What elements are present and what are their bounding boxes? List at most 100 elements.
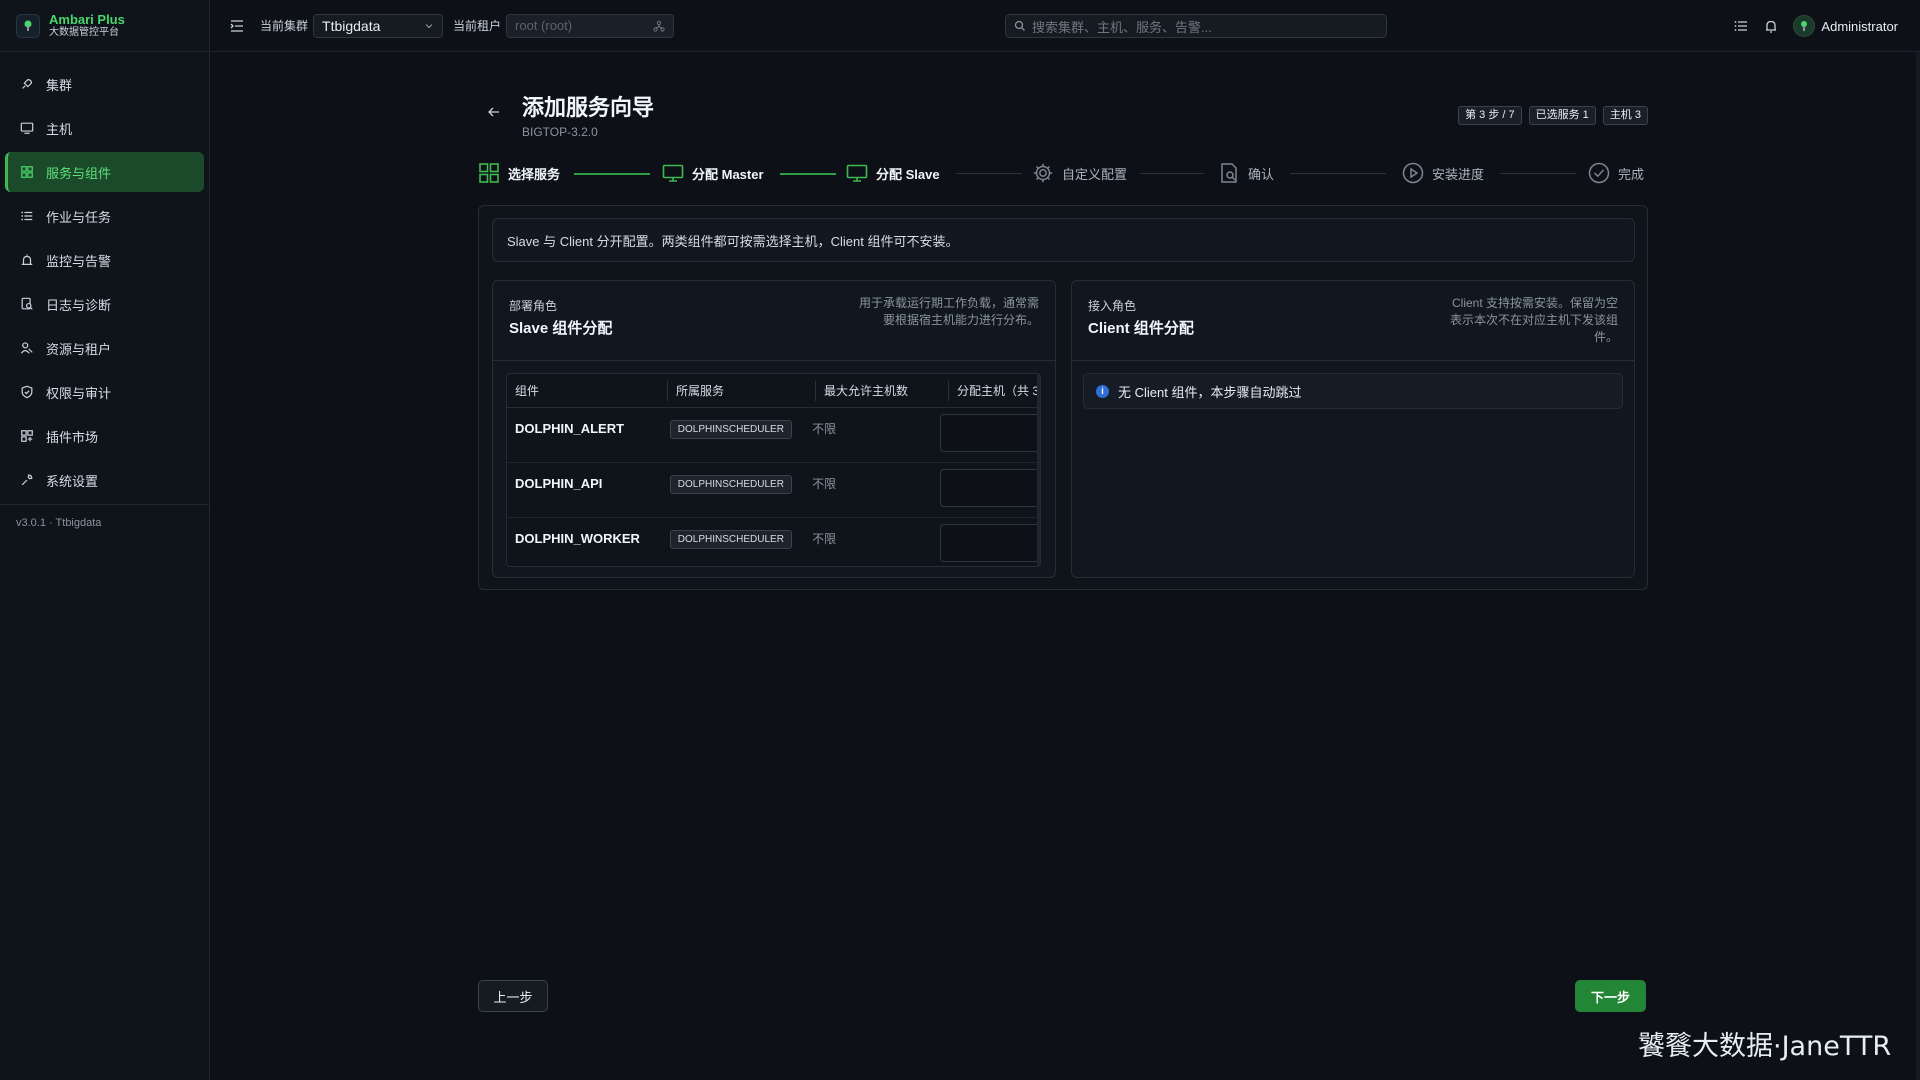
column-header[interactable]: 组件 — [507, 380, 668, 401]
info-banner: Slave 与 Client 分开配置。两类组件都可按需选择主机，Client … — [492, 218, 1635, 262]
menu-toggle-icon[interactable] — [229, 18, 245, 34]
wizard-header: 添加服务向导 BIGTOP-3.2.0 第 3 步 / 7 已选服务 1 主机 … — [478, 52, 1648, 142]
step-connector — [1140, 173, 1204, 174]
slave-card: 部署角色 Slave 组件分配 用于承载运行期工作负载，通常需要根据宿主机能力进… — [492, 280, 1056, 578]
step-connector — [956, 173, 1022, 174]
step-connector — [1290, 173, 1386, 174]
step-install-progress[interactable]: 安装进度 — [1402, 160, 1484, 186]
sidebar-item-monitoring[interactable]: 监控与告警 — [5, 240, 204, 280]
sidebar: Ambari Plus 大数据管控平台 集群 主机 服务与组件 作业与任务 监控… — [0, 0, 210, 1080]
wizard-panel: Slave 与 Client 分开配置。两类组件都可按需选择主机，Client … — [478, 205, 1648, 590]
table-header: 组件 所属服务 最大允许主机数 分配主机（共 3 — [507, 374, 1040, 408]
monitor-icon — [662, 164, 684, 182]
alarm-icon — [21, 254, 33, 265]
step-count-badge: 第 3 步 / 7 — [1458, 106, 1522, 125]
client-empty-notice: i 无 Client 组件，本步骤自动跳过 — [1083, 373, 1623, 409]
sidebar-item-audit[interactable]: 权限与审计 — [5, 372, 204, 412]
sidebar-item-label: 主机 — [46, 121, 73, 137]
max-hosts: 不限 — [812, 422, 837, 436]
host-select[interactable] — [940, 414, 1040, 452]
brand[interactable]: Ambari Plus 大数据管控平台 — [0, 0, 209, 52]
component-name: DOLPHIN_WORKER — [515, 531, 640, 546]
sidebar-item-jobs[interactable]: 作业与任务 — [5, 196, 204, 236]
cluster-select[interactable]: Ttbigdata — [313, 13, 444, 38]
wrench-icon — [21, 474, 33, 486]
slave-card-description: 用于承载运行期工作负载，通常需要根据宿主机能力进行分布。 — [858, 296, 1039, 327]
users-icon — [20, 342, 33, 354]
sidebar-item-cluster[interactable]: 集群 — [5, 64, 204, 104]
step-assign-slave[interactable]: 分配 Slave — [846, 160, 940, 186]
back-arrow-icon[interactable] — [486, 104, 502, 120]
step-connector — [1500, 173, 1576, 174]
page-subtitle: BIGTOP-3.2.0 — [522, 125, 598, 139]
rocket-icon — [22, 79, 32, 89]
info-icon: i — [1096, 384, 1109, 398]
service-badge: DOLPHINSCHEDULER — [669, 530, 792, 549]
topbar: 当前集群 Ttbigdata 当前租户 root (root) 搜索集群、主机、… — [211, 0, 1920, 52]
wizard-stepper: 选择服务 分配 Master 分配 Slave 自定义配置 确认 安装进度 完成 — [478, 160, 1648, 186]
component-name: DOLPHIN_API — [515, 476, 603, 491]
slave-table: 组件 所属服务 最大允许主机数 分配主机（共 3 DOLPHIN_ALERT D… — [506, 373, 1041, 567]
step-confirm[interactable]: 确认 — [1218, 160, 1274, 186]
page-scrollbar[interactable] — [1916, 52, 1920, 1080]
monitor-icon — [846, 164, 868, 182]
sidebar-item-settings[interactable]: 系统设置 — [5, 460, 204, 500]
step-label: 安装进度 — [1432, 166, 1485, 182]
bell-icon[interactable] — [1763, 18, 1779, 34]
column-header[interactable]: 所属服务 — [668, 380, 816, 401]
sidebar-item-label: 权限与审计 — [46, 385, 112, 401]
sidebar-item-tenants[interactable]: 资源与租户 — [5, 328, 204, 368]
sidebar-item-label: 插件市场 — [46, 429, 99, 445]
step-label: 选择服务 — [508, 166, 561, 182]
step-finish[interactable]: 完成 — [1588, 160, 1644, 186]
client-card-title: Client 组件分配 — [1088, 320, 1194, 337]
sidebar-item-label: 日志与诊断 — [46, 297, 112, 313]
table-horizontal-scroll-edge[interactable] — [1037, 374, 1040, 566]
step-assign-master[interactable]: 分配 Master — [662, 160, 764, 186]
sidebar-item-hosts[interactable]: 主机 — [5, 108, 204, 148]
sidebar-item-label: 作业与任务 — [46, 209, 112, 225]
slave-card-kicker: 部署角色 — [509, 299, 558, 313]
component-name: DOLPHIN_ALERT — [515, 421, 625, 436]
tenant-field[interactable]: root (root) — [506, 13, 675, 38]
client-card: 接入角色 Client 组件分配 Client 支持按需安装。保留为空表示本次不… — [1071, 280, 1635, 578]
client-card-kicker: 接入角色 — [1088, 299, 1137, 313]
sidebar-item-label: 监控与告警 — [46, 253, 112, 269]
watermark: 饕餮大数据·JaneTTR — [1638, 1031, 1892, 1062]
column-header[interactable]: 分配主机（共 3 — [949, 381, 1040, 401]
global-search-input[interactable]: 搜索集群、主机、服务、告警... — [1005, 14, 1387, 38]
task-list-icon[interactable] — [1733, 18, 1749, 34]
wizard-chips: 第 3 步 / 7 已选服务 1 主机 3 — [1458, 106, 1648, 125]
username[interactable]: Administrator — [1821, 19, 1898, 34]
grid-icon — [479, 163, 499, 183]
max-hosts: 不限 — [812, 477, 837, 491]
host-select[interactable] — [940, 469, 1040, 507]
chevron-down-icon — [425, 23, 433, 28]
sidebar-item-logs[interactable]: 日志与诊断 — [5, 284, 204, 324]
step-label: 分配 Slave — [876, 166, 940, 182]
list-icon — [21, 211, 33, 221]
step-select-services[interactable]: 选择服务 — [478, 160, 560, 186]
prev-step-button[interactable]: 上一步 — [478, 980, 548, 1012]
slave-card-title: Slave 组件分配 — [509, 320, 613, 337]
hosts-badge: 主机 3 — [1602, 106, 1648, 125]
avatar[interactable] — [1793, 15, 1816, 37]
play-circle-icon — [1402, 162, 1424, 184]
sidebar-item-plugins[interactable]: 插件市场 — [5, 416, 204, 456]
column-header[interactable]: 最大允许主机数 — [816, 380, 949, 401]
brand-title: Ambari Plus — [49, 12, 125, 27]
table-row: DOLPHIN_WORKER DOLPHINSCHEDULER 不限 — [507, 518, 1040, 566]
avatar-icon — [1801, 21, 1808, 31]
shield-icon — [21, 385, 33, 399]
brand-subtitle: 大数据管控平台 — [49, 27, 119, 38]
next-step-button[interactable]: 下一步 — [1575, 980, 1646, 1012]
sidebar-item-label: 系统设置 — [46, 473, 99, 489]
host-select[interactable] — [940, 524, 1040, 562]
sidebar-item-services[interactable]: 服务与组件 — [5, 152, 204, 192]
sidebar-item-label: 资源与租户 — [46, 341, 112, 357]
search-placeholder: 搜索集群、主机、服务、告警... — [1032, 19, 1212, 35]
step-custom-config[interactable]: 自定义配置 — [1032, 160, 1127, 186]
sidebar-item-label: 集群 — [46, 77, 73, 93]
step-connector — [574, 173, 650, 175]
version-text: v3.0.1 · Ttbigdata — [16, 517, 102, 529]
